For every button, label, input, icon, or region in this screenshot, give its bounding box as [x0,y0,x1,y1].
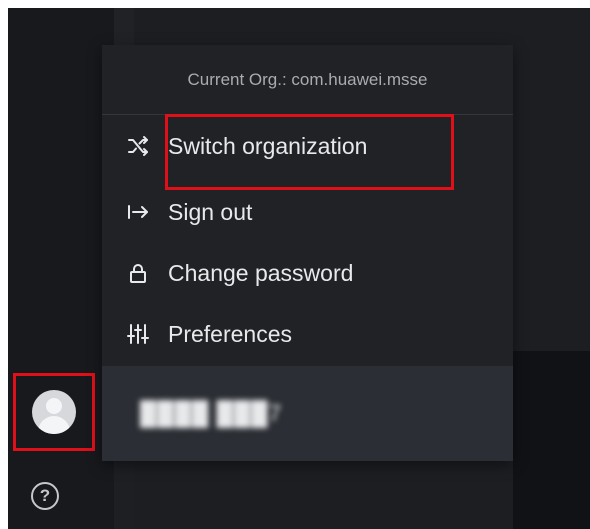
current-org-label: Current Org.: com.huawei.msse [102,45,513,115]
switch-organization-label: Switch organization [168,132,368,159]
sign-out-item[interactable]: Sign out [102,183,513,241]
change-password-label: Change password [168,259,354,286]
sign-out-label: Sign out [168,198,253,225]
lock-icon [126,261,150,285]
sign-out-icon [126,200,150,224]
main-lower-panel [513,351,590,529]
avatar-button[interactable] [13,373,95,451]
current-org-text: Current Org.: com.huawei.msse [187,69,428,89]
avatar-icon [32,390,76,434]
change-password-item[interactable]: Change password [102,244,513,302]
user-name: ████ ███7 [140,400,283,426]
app-window: ? Current Org.: com.huawei.msse Switch o… [8,8,590,529]
preferences-item[interactable]: Preferences [102,305,513,363]
switch-organization-item[interactable]: Switch organization [102,117,513,175]
help-icon[interactable]: ? [31,482,59,510]
user-menu-dropdown: Current Org.: com.huawei.msse Switch org… [102,45,513,461]
help-label: ? [39,486,51,505]
preferences-label: Preferences [168,320,293,347]
shuffle-icon [126,134,150,158]
user-row[interactable]: ████ ███7 [102,366,513,461]
sliders-icon [126,322,150,346]
